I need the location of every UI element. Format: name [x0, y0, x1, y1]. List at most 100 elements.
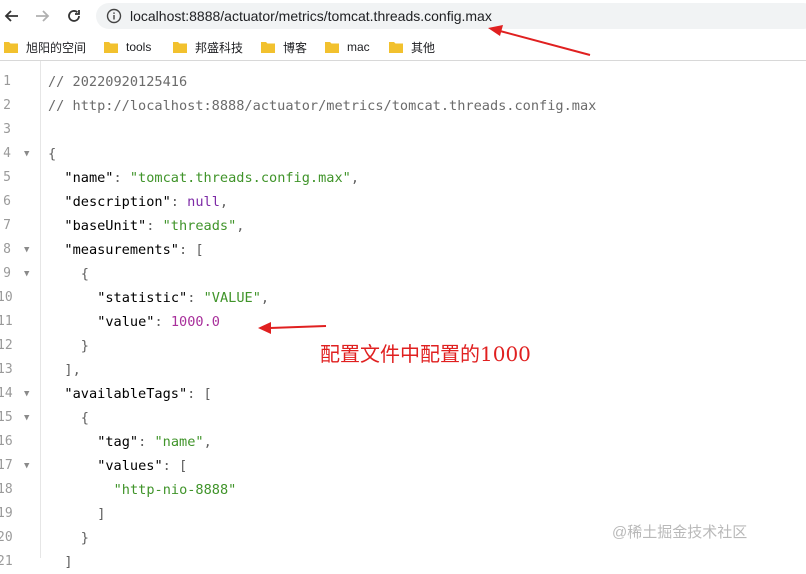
bookmark-label: mac [347, 40, 370, 54]
code-text: ] [97, 502, 105, 526]
url-text[interactable]: localhost:8888/actuator/metrics/tomcat.t… [130, 7, 492, 25]
code-text: // 20220920125416 [48, 70, 187, 94]
code-text: } [81, 526, 89, 550]
bookmark-item[interactable]: 邦盛科技 [173, 38, 243, 56]
code-token: ] [64, 554, 73, 570]
back-button[interactable] [0, 4, 24, 28]
line-number: 3 [3, 122, 11, 137]
fold-toggle-icon[interactable]: ▼ [24, 238, 29, 262]
code-line: 21] [0, 550, 806, 574]
code-line: 11 "value": 1000.0 [0, 310, 806, 334]
bookmark-item[interactable]: mac [325, 38, 370, 56]
code-line: 4 ▼ { [0, 142, 806, 166]
fold-toggle-icon[interactable]: ▼ [24, 406, 29, 430]
arrow-left-icon [4, 10, 18, 22]
code-token: "threads" [162, 218, 237, 234]
code-token: "value" [97, 314, 155, 330]
code-token: ] [97, 506, 106, 522]
line-number: 18 [0, 482, 13, 497]
code-token: "measurements" [64, 242, 179, 258]
code-token: "tag" [97, 434, 139, 450]
folder-icon [389, 42, 403, 53]
code-token: "name" [64, 170, 114, 186]
code-token: : [154, 314, 171, 330]
code-token: , [260, 290, 270, 306]
bookmark-label: 旭阳的空间 [26, 40, 87, 55]
code-line: 9 ▼ { [0, 262, 806, 286]
line-number: 8 [3, 242, 11, 257]
line-number: 12 [0, 338, 13, 353]
code-token: , [203, 434, 212, 450]
code-token: "description" [64, 194, 171, 210]
folder-icon [104, 42, 118, 53]
code-text: "statistic": "VALUE", [97, 286, 269, 310]
code-line: 3 [0, 118, 806, 142]
arrow-right-icon [36, 10, 50, 22]
folder-icon [325, 42, 339, 53]
code-token: : [113, 170, 130, 186]
bookmark-item[interactable]: 博客 [261, 38, 307, 56]
bookmark-item[interactable]: 旭阳的空间 [4, 38, 86, 56]
code-token: null [187, 194, 220, 210]
line-number: 19 [0, 506, 13, 521]
line-number: 16 [0, 434, 13, 449]
forward-button[interactable] [30, 4, 54, 28]
code-line: 15 ▼ { [0, 406, 806, 430]
code-text: { [48, 142, 56, 166]
code-line: 18 "http-nio-8888" [0, 478, 806, 502]
code-token: "VALUE" [203, 290, 261, 306]
fold-toggle-icon[interactable]: ▼ [24, 142, 29, 166]
code-line: 17 ▼ "values": [ [0, 454, 806, 478]
reload-icon [68, 10, 80, 22]
code-token: : [138, 434, 155, 450]
fold-toggle-icon[interactable]: ▼ [24, 454, 29, 478]
code-text: ] [64, 550, 72, 574]
code-token: 1000.0 [170, 314, 220, 330]
code-text: ], [64, 358, 80, 382]
line-number: 6 [3, 194, 11, 209]
code-token: : [ [178, 242, 204, 258]
code-token: "http-nio-8888" [113, 482, 237, 498]
code-line: 10 "statistic": "VALUE", [0, 286, 806, 310]
line-number: 20 [0, 530, 13, 545]
line-number: 14 [0, 386, 13, 401]
code-text: { [81, 262, 89, 286]
line-number: 7 [3, 218, 11, 233]
annotation-note: 配置文件中配置的1000 [320, 342, 531, 366]
code-text: "value": 1000.0 [97, 310, 220, 334]
code-token: "name" [154, 434, 204, 450]
watermark: @稀土掘金技术社区 [612, 524, 748, 541]
code-text: "availableTags": [ [64, 382, 211, 406]
line-number: 11 [0, 314, 13, 329]
code-text: { [81, 406, 89, 430]
bookmark-item[interactable]: 其他 [389, 38, 435, 56]
code-text: "measurements": [ [64, 238, 203, 262]
fold-toggle-icon[interactable]: ▼ [24, 382, 29, 406]
folder-icon [261, 42, 275, 53]
reload-button[interactable] [62, 4, 86, 28]
line-number: 4 [3, 146, 11, 161]
address-bar[interactable]: localhost:8888/actuator/metrics/tomcat.t… [96, 3, 806, 29]
code-token: "statistic" [97, 290, 188, 306]
code-text: } [81, 334, 89, 358]
code-line: 6 "description": null, [0, 190, 806, 214]
line-number: 13 [0, 362, 13, 377]
code-token: , [350, 170, 360, 186]
code-line: 14 ▼ "availableTags": [ [0, 382, 806, 406]
code-token: // http://localhost:8888/actuator/metric… [48, 98, 597, 114]
code-token: // 20220920125416 [48, 74, 188, 90]
code-text: "values": [ [97, 454, 187, 478]
line-number: 5 [3, 170, 11, 185]
bookmark-label: 邦盛科技 [195, 40, 244, 55]
line-number: 10 [0, 290, 13, 305]
code-token: "baseUnit" [64, 218, 147, 234]
code-text: "baseUnit": "threads", [64, 214, 244, 238]
bookmark-label: 其他 [411, 40, 436, 55]
fold-toggle-icon[interactable]: ▼ [24, 262, 29, 286]
bookmarks-bar: 旭阳的空间 tools 邦盛科技 博客 mac 其他 [0, 34, 806, 61]
line-number: 9 [3, 266, 11, 281]
bookmark-item[interactable]: tools [104, 38, 151, 56]
line-number: 17 [0, 458, 13, 473]
info-icon[interactable] [106, 8, 122, 24]
folder-icon [173, 42, 187, 53]
